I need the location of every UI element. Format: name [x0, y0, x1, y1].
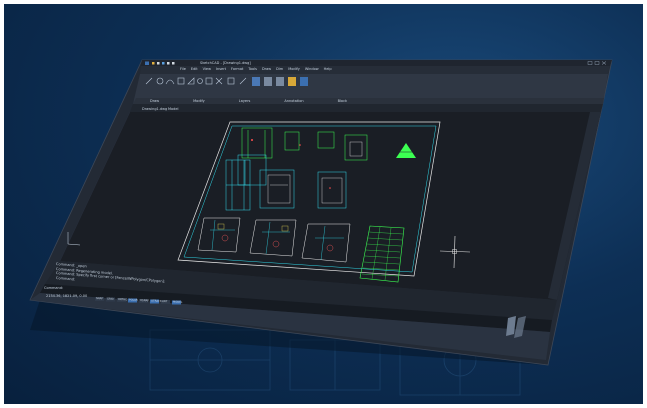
- toggle-polar[interactable]: POLAR: [129, 298, 138, 302]
- menu-item-insert[interactable]: Insert: [216, 67, 226, 72]
- toggle-otrack[interactable]: OTRACK: [151, 299, 162, 303]
- ribbon-group-block: Block: [337, 98, 348, 103]
- toggle-lwt[interactable]: LWT: [162, 300, 171, 304]
- command-prompt-input[interactable]: Command:: [44, 286, 63, 291]
- toggle-ortho[interactable]: ORTHO: [118, 298, 127, 302]
- toggle-grid[interactable]: GRID: [107, 297, 116, 301]
- menu-item-modify[interactable]: Modify: [288, 67, 300, 72]
- window-title: SketchCAD - [Drawing1.dwg]: [200, 60, 251, 65]
- menu-item-draw[interactable]: Draw: [262, 67, 271, 72]
- menu-bar-items: File Edit View Insert Format Tools Draw …: [180, 67, 332, 72]
- ribbon-group-draw: Draw: [150, 98, 160, 103]
- model-tab[interactable]: Model: [168, 107, 179, 112]
- ribbon-group-layers: Layers: [238, 98, 251, 103]
- ribbon-group-modify: Modify: [193, 98, 205, 103]
- menu-item-help[interactable]: Help: [324, 67, 332, 72]
- menu-item-tools[interactable]: Tools: [248, 67, 257, 72]
- menu-item-window[interactable]: Window: [305, 67, 319, 72]
- ribbon-group-annotation: Annotation: [284, 98, 304, 103]
- toggle-snap[interactable]: SNAP: [96, 297, 105, 301]
- menu-item-format[interactable]: Format: [231, 67, 243, 72]
- menu-item-edit[interactable]: Edit: [191, 67, 198, 72]
- coordinate-readout: 2154.36, 1821.09, 0.00: [46, 293, 88, 298]
- toggle-osnap[interactable]: OSNAP: [140, 299, 149, 303]
- menu-item-file[interactable]: File: [180, 67, 186, 72]
- file-tab[interactable]: Drawing1.dwg: [142, 107, 167, 112]
- ribbon-group-labels: Draw Modify Layers Annotation Block: [150, 98, 348, 104]
- file-tab-strip: [130, 104, 603, 112]
- app-logo-icon: [145, 61, 149, 65]
- menu-item-dim[interactable]: Dim: [276, 67, 283, 72]
- menu-item-view[interactable]: View: [203, 67, 211, 72]
- toggle-model[interactable]: MODEL: [173, 300, 182, 304]
- cad-application-window: [29, 59, 613, 366]
